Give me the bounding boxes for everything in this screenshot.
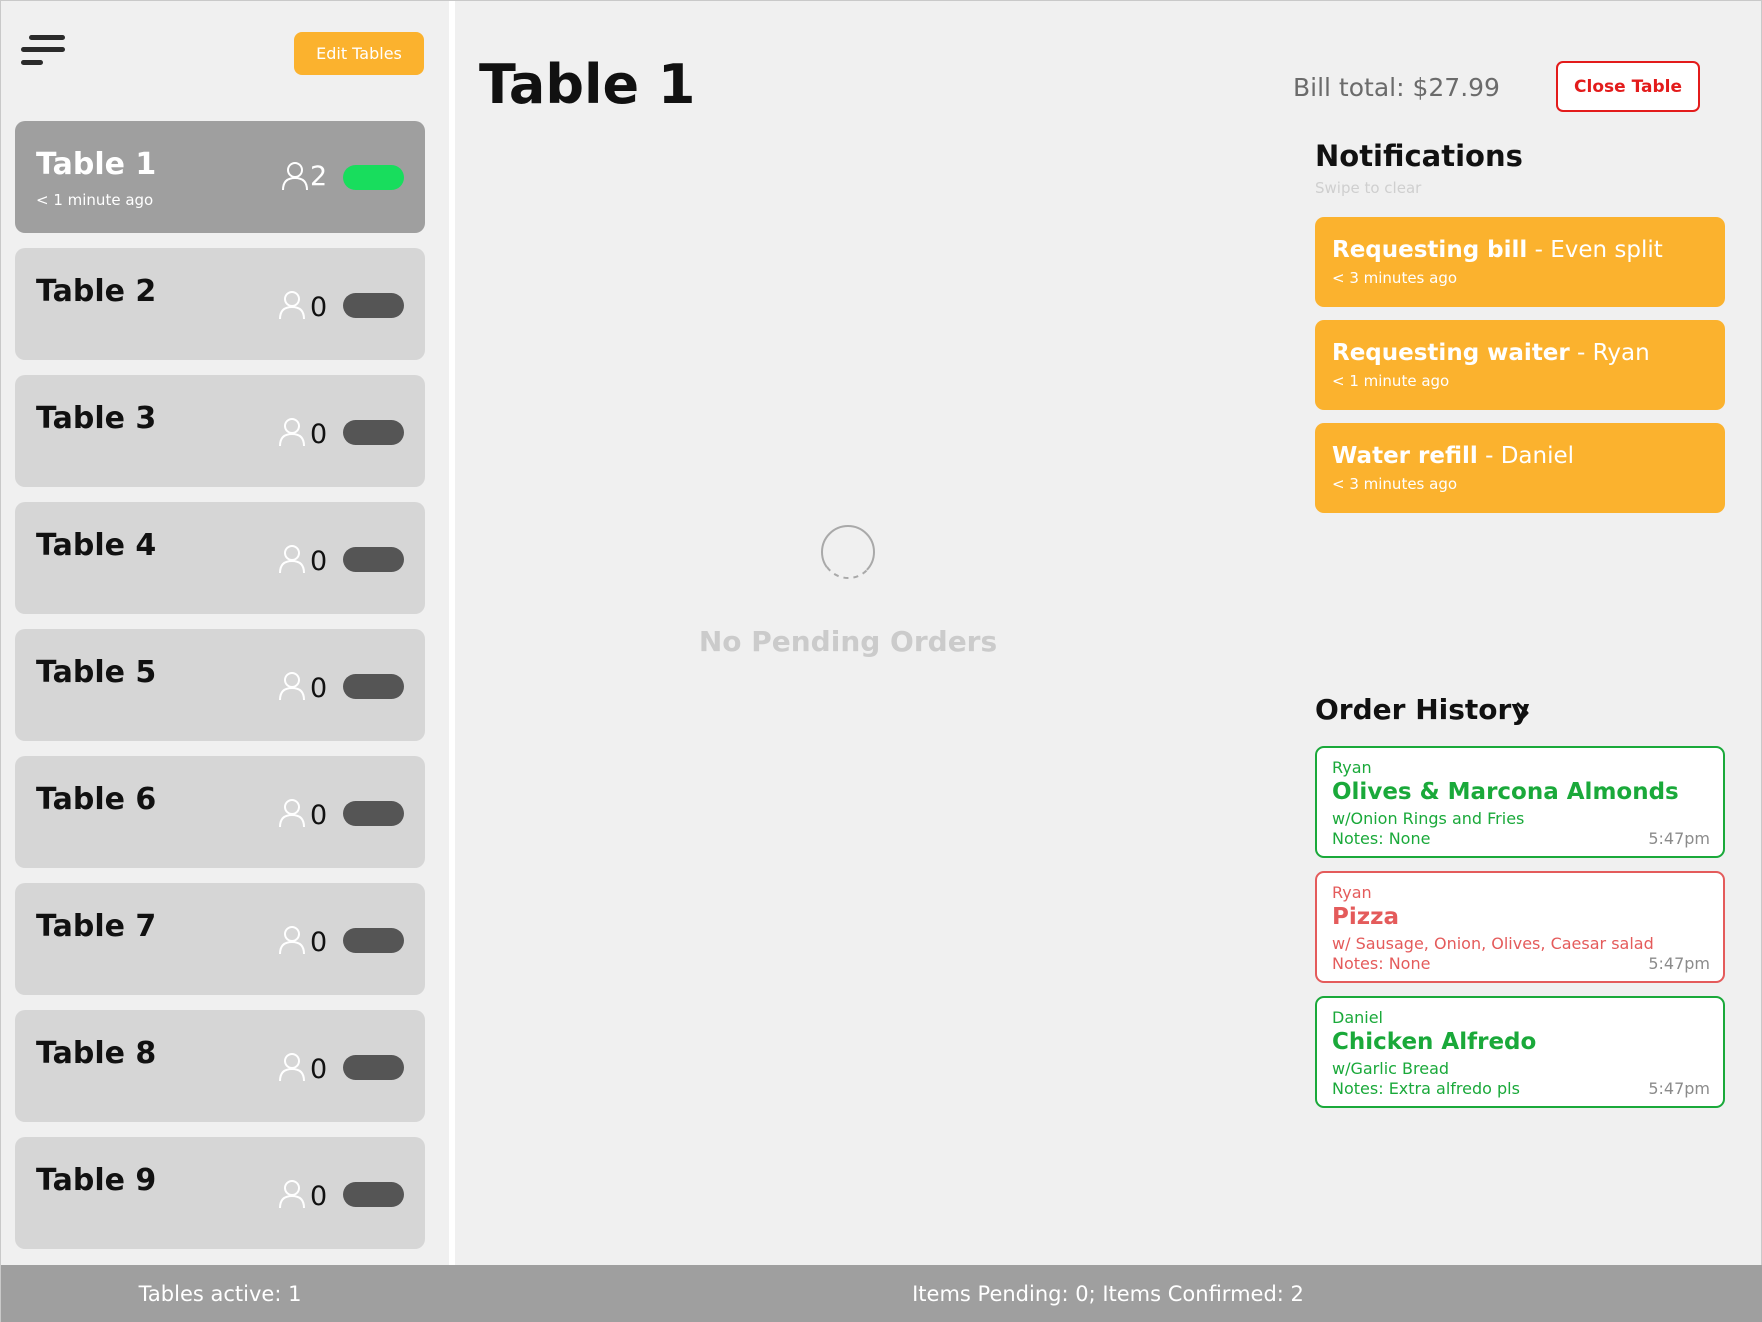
person-icon bbox=[278, 1052, 306, 1082]
table-status-toggle[interactable] bbox=[343, 420, 404, 445]
notification-type: Water refill bbox=[1332, 443, 1478, 469]
table-status-toggle[interactable] bbox=[343, 674, 404, 699]
order-sides: w/Onion Rings and Fries bbox=[1332, 809, 1525, 828]
table-card[interactable]: Table 4 0 bbox=[15, 502, 425, 614]
notification-card[interactable]: Requesting bill - Even split < 3 minutes … bbox=[1315, 217, 1725, 307]
guest-count: 0 bbox=[310, 673, 328, 704]
person-icon bbox=[281, 161, 309, 191]
table-card[interactable]: Table 6 0 bbox=[15, 756, 425, 868]
notification-type: Requesting bill bbox=[1332, 237, 1528, 263]
table-status-toggle[interactable] bbox=[343, 293, 404, 318]
table-last-activity: < 1 minute ago bbox=[36, 191, 154, 209]
table-card[interactable]: Table 3 0 bbox=[15, 375, 425, 487]
order-history-heading[interactable]: Order History bbox=[1315, 693, 1530, 726]
order-customer: Daniel bbox=[1332, 1008, 1383, 1027]
guest-count: 0 bbox=[310, 800, 328, 831]
sidebar-divider bbox=[449, 1, 455, 1265]
table-card[interactable]: Table 8 0 bbox=[15, 1010, 425, 1122]
close-table-button[interactable]: Close Table bbox=[1556, 61, 1700, 112]
table-name: Table 5 bbox=[36, 655, 157, 690]
table-card[interactable]: Table 5 0 bbox=[15, 629, 425, 741]
order-item: Chicken Alfredo bbox=[1332, 1029, 1537, 1055]
notifications-hint: Swipe to clear bbox=[1315, 179, 1422, 197]
notification-card[interactable]: Water refill - Daniel < 3 minutes ago bbox=[1315, 423, 1725, 513]
spinner-icon bbox=[821, 525, 875, 580]
table-status-toggle[interactable] bbox=[343, 547, 404, 572]
notification-detail: - Even split bbox=[1527, 237, 1663, 263]
order-card[interactable]: Ryan Olives & Marcona Almonds w/Onion Ring… bbox=[1315, 746, 1725, 858]
person-icon bbox=[278, 798, 306, 828]
person-icon bbox=[278, 1179, 306, 1209]
order-card[interactable]: Daniel Chicken Alfredo w/Garlic Bread Notes… bbox=[1315, 996, 1725, 1108]
guest-count: 2 bbox=[310, 161, 328, 192]
order-customer: Ryan bbox=[1332, 883, 1372, 902]
order-sides: w/ Sausage, Onion, Olives, Caesar salad bbox=[1332, 934, 1654, 953]
table-status-toggle[interactable] bbox=[343, 1055, 404, 1080]
table-name: Table 3 bbox=[36, 401, 157, 436]
table-status-toggle[interactable] bbox=[343, 1182, 404, 1207]
tables-active-status: Tables active: 1 bbox=[138, 1282, 302, 1306]
table-name: Table 9 bbox=[36, 1163, 157, 1198]
order-item: Pizza bbox=[1332, 904, 1400, 930]
notification-time: < 3 minutes ago bbox=[1332, 269, 1458, 287]
table-name: Table 7 bbox=[36, 909, 157, 944]
chevron-right-icon[interactable] bbox=[1515, 701, 1531, 725]
app-window: Edit Tables Table 1 < 1 minute ago 2 Table … bbox=[0, 0, 1762, 1322]
edit-tables-button[interactable]: Edit Tables bbox=[294, 32, 424, 75]
notification-title: Water refill - Daniel bbox=[1332, 443, 1574, 469]
order-customer: Ryan bbox=[1332, 758, 1372, 777]
table-name: Table 2 bbox=[36, 274, 157, 309]
notification-detail: - Ryan bbox=[1569, 340, 1650, 366]
person-icon bbox=[278, 544, 306, 574]
table-name: Table 1 bbox=[36, 147, 157, 182]
person-icon bbox=[278, 290, 306, 320]
notification-time: < 1 minute ago bbox=[1332, 372, 1450, 390]
table-name: Table 8 bbox=[36, 1036, 157, 1071]
sidebar: Edit Tables Table 1 < 1 minute ago 2 Table … bbox=[1, 1, 449, 1265]
guest-count: 0 bbox=[310, 1181, 328, 1212]
page-title: Table 1 bbox=[479, 53, 696, 116]
table-card[interactable]: Table 1 < 1 minute ago 2 bbox=[15, 121, 425, 233]
notification-detail: - Daniel bbox=[1477, 443, 1575, 469]
notification-title: Requesting waiter - Ryan bbox=[1332, 340, 1650, 366]
notification-card[interactable]: Requesting waiter - Ryan < 1 minute ago bbox=[1315, 320, 1725, 410]
guest-count: 0 bbox=[310, 927, 328, 958]
order-notes: Notes: None bbox=[1332, 954, 1431, 973]
notifications-heading: Notifications bbox=[1315, 139, 1523, 173]
empty-state-text: No Pending Orders bbox=[698, 625, 998, 658]
order-time: 5:47pm bbox=[1648, 954, 1710, 973]
items-status: Items Pending: 0; Items Confirmed: 2 bbox=[912, 1282, 1304, 1306]
person-icon bbox=[278, 417, 306, 447]
order-card[interactable]: Ryan Pizza w/ Sausage, Onion, Olives, Caes… bbox=[1315, 871, 1725, 983]
status-bar: Tables active: 1 Items Pending: 0; Items… bbox=[1, 1265, 1762, 1322]
order-time: 5:47pm bbox=[1648, 829, 1710, 848]
person-icon bbox=[278, 925, 306, 955]
table-name: Table 6 bbox=[36, 782, 157, 817]
person-icon bbox=[278, 671, 306, 701]
guest-count: 0 bbox=[310, 1054, 328, 1085]
order-notes: Notes: None bbox=[1332, 829, 1431, 848]
notification-time: < 3 minutes ago bbox=[1332, 475, 1458, 493]
table-status-toggle[interactable] bbox=[343, 928, 404, 953]
table-card[interactable]: Table 2 0 bbox=[15, 248, 425, 360]
order-item: Olives & Marcona Almonds bbox=[1332, 779, 1679, 805]
guest-count: 0 bbox=[310, 546, 328, 577]
table-status-toggle[interactable] bbox=[343, 165, 404, 190]
order-time: 5:47pm bbox=[1648, 1079, 1710, 1098]
table-status-toggle[interactable] bbox=[343, 801, 404, 826]
notification-type: Requesting waiter bbox=[1332, 340, 1570, 366]
order-notes: Notes: Extra alfredo pls bbox=[1332, 1079, 1520, 1098]
table-name: Table 4 bbox=[36, 528, 157, 563]
menu-icon[interactable] bbox=[21, 35, 65, 69]
guest-count: 0 bbox=[310, 292, 328, 323]
table-card[interactable]: Table 7 0 bbox=[15, 883, 425, 995]
order-sides: w/Garlic Bread bbox=[1332, 1059, 1450, 1078]
bill-total: Bill total: $27.99 bbox=[1293, 73, 1500, 102]
notification-title: Requesting bill - Even split bbox=[1332, 237, 1663, 263]
table-card[interactable]: Table 9 0 bbox=[15, 1137, 425, 1249]
guest-count: 0 bbox=[310, 419, 328, 450]
